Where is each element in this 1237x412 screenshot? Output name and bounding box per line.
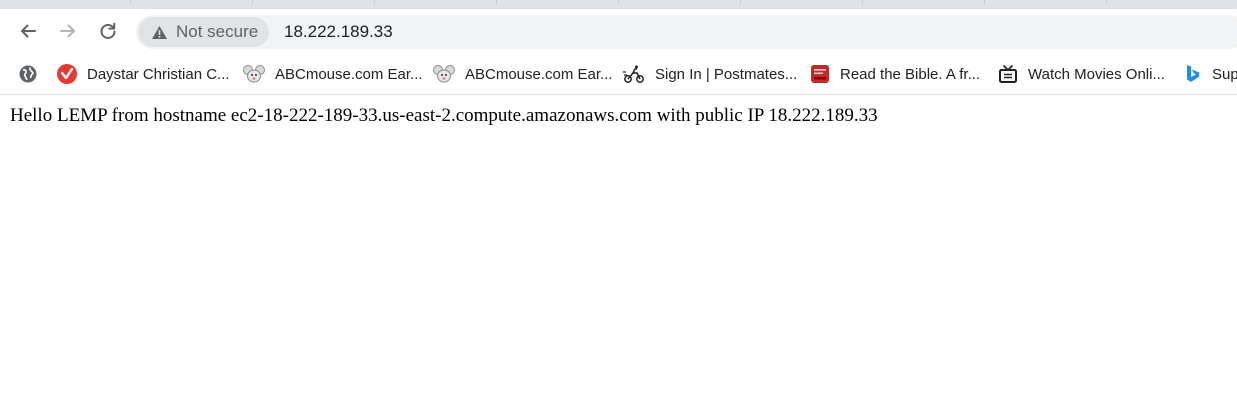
tv-icon bbox=[999, 65, 1017, 83]
bookmark-label: Sup bbox=[1212, 65, 1237, 83]
bing-icon bbox=[1187, 65, 1199, 82]
bookmark-postmates[interactable]: Sign In | Postmates... bbox=[623, 62, 797, 86]
reload-button[interactable] bbox=[94, 17, 122, 45]
bookmark-daystar[interactable]: Daystar Christian C... bbox=[57, 62, 230, 86]
browser-toolbar: Not secure 18.222.189.33 bbox=[0, 9, 1237, 54]
bookmark-label: Daystar Christian C... bbox=[87, 65, 230, 83]
daystar-icon bbox=[57, 64, 77, 84]
tab-separator bbox=[130, 0, 131, 4]
tab-strip bbox=[0, 0, 1237, 9]
courier-icon bbox=[623, 65, 644, 83]
tab-separator bbox=[984, 0, 985, 4]
bookmark-label: ABCmouse.com Ear... bbox=[275, 65, 423, 83]
page-content: Hello LEMP from hostname ec2-18-222-189-… bbox=[0, 95, 1237, 412]
bookmark-bible[interactable]: Read the Bible. A fr... bbox=[810, 62, 980, 86]
bookmark-label: ABCmouse.com Ear... bbox=[465, 65, 613, 83]
warning-triangle-icon bbox=[152, 25, 167, 39]
bookmark-apps[interactable] bbox=[18, 62, 38, 86]
reload-icon bbox=[100, 22, 116, 39]
tab-separator bbox=[496, 0, 497, 4]
tab-separator bbox=[862, 0, 863, 4]
tab-separator bbox=[252, 0, 253, 4]
tab-separator bbox=[374, 0, 375, 4]
mouse-icon bbox=[243, 65, 265, 83]
bookmark-movies[interactable]: Watch Movies Onli... bbox=[998, 62, 1165, 86]
omnibox[interactable]: Not secure 18.222.189.33 bbox=[136, 15, 1237, 49]
url-text[interactable]: 18.222.189.33 bbox=[284, 15, 393, 49]
bookmark-bing[interactable]: Sup bbox=[1184, 62, 1237, 86]
tab-separator bbox=[618, 0, 619, 4]
globe-icon bbox=[19, 65, 37, 83]
bookmark-abcmouse-2[interactable]: ABCmouse.com Ear... bbox=[433, 62, 613, 86]
tab-separator bbox=[740, 0, 741, 4]
forward-arrow-icon bbox=[60, 24, 75, 38]
bookmark-abcmouse-1[interactable]: ABCmouse.com Ear... bbox=[243, 62, 423, 86]
bookmark-label: Watch Movies Onli... bbox=[1028, 65, 1165, 83]
bookmark-label: Read the Bible. A fr... bbox=[840, 65, 981, 83]
forward-button[interactable] bbox=[54, 17, 82, 45]
security-label: Not secure bbox=[176, 22, 259, 41]
back-button[interactable] bbox=[14, 17, 42, 45]
bible-icon bbox=[811, 65, 829, 83]
mouse-icon bbox=[433, 65, 455, 83]
page-text: Hello LEMP from hostname ec2-18-222-189-… bbox=[10, 105, 878, 126]
tab-separator bbox=[1106, 0, 1107, 4]
security-chip[interactable]: Not secure bbox=[138, 17, 270, 47]
back-arrow-icon bbox=[21, 24, 36, 38]
bookmark-label: Sign In | Postmates... bbox=[655, 65, 798, 83]
bookmarks-bar: Daystar Christian C... ABCmouse.com Ear.… bbox=[0, 54, 1237, 95]
